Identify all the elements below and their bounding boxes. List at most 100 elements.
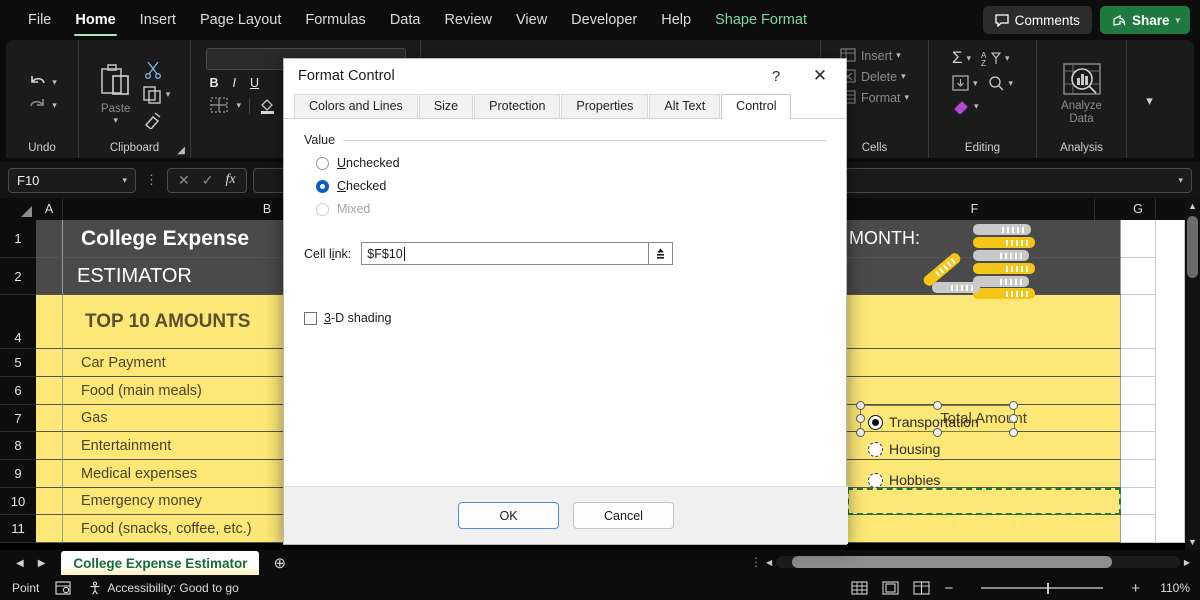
ok-button[interactable]: OK: [458, 502, 559, 529]
ribbon-collapse-chevron-down-icon[interactable]: ▾: [1146, 93, 1153, 109]
vertical-dots-icon[interactable]: ⋮: [750, 555, 762, 569]
resize-handle-ne[interactable]: [1009, 401, 1018, 410]
chevron-down-icon[interactable]: ▾: [122, 175, 127, 186]
chevron-down-icon[interactable]: ▾: [1005, 53, 1010, 64]
close-x-icon[interactable]: ✕: [798, 60, 842, 92]
resize-handle-n[interactable]: [933, 401, 942, 410]
cell-a10[interactable]: [36, 488, 63, 515]
zoom-in-icon[interactable]: +: [1131, 580, 1140, 597]
sort-filter-button[interactable]: A Z ▾: [981, 50, 1010, 67]
row-header-1[interactable]: 1: [0, 220, 36, 258]
column-header-f[interactable]: F: [855, 198, 1095, 220]
next-sheet-icon[interactable]: ▶: [38, 558, 46, 569]
underline-button[interactable]: U: [250, 76, 259, 90]
cell-a1[interactable]: [36, 220, 63, 258]
resize-handle-nw[interactable]: [856, 401, 865, 410]
vertical-scrollbar[interactable]: ▲ ▼: [1185, 198, 1200, 550]
enter-check-icon[interactable]: ✓: [202, 172, 214, 189]
fx-icon[interactable]: fx: [225, 172, 235, 188]
cell-g6[interactable]: [1121, 377, 1156, 405]
vertical-dots-icon[interactable]: ⋮: [142, 172, 161, 188]
resize-handle-e[interactable]: [1009, 414, 1018, 423]
radio-unchecked[interactable]: Unchecked: [316, 156, 826, 170]
ribbon-tab-developer[interactable]: Developer: [559, 0, 649, 40]
ribbon-tab-data[interactable]: Data: [378, 0, 433, 40]
option-button-hobbies[interactable]: Hobbies: [868, 472, 940, 488]
cancel-x-icon[interactable]: ✕: [178, 172, 190, 189]
column-header-a[interactable]: A: [36, 198, 63, 220]
cell-h-column[interactable]: [1156, 220, 1185, 543]
horizontal-scroll-track[interactable]: [776, 556, 1180, 568]
scroll-right-icon[interactable]: ▶: [1184, 558, 1190, 567]
insert-cells-button[interactable]: Insert ▾: [840, 48, 901, 63]
cell-a6[interactable]: [36, 377, 63, 405]
cell-a9[interactable]: [36, 460, 63, 488]
chevron-down-icon[interactable]: ▾: [896, 50, 901, 61]
dialog-tab-colors-and-lines[interactable]: Colors and Lines: [294, 94, 418, 118]
sheet-tab-college-expense-estimator[interactable]: College Expense Estimator: [61, 551, 259, 575]
row-header-7[interactable]: 7: [0, 405, 36, 432]
zoom-slider-knob[interactable]: [1047, 583, 1049, 594]
cancel-button[interactable]: Cancel: [573, 502, 674, 529]
cell-g11[interactable]: [1121, 515, 1156, 543]
cell-a4[interactable]: [36, 295, 63, 349]
ribbon-tab-help[interactable]: Help: [649, 0, 703, 40]
cell-a7[interactable]: [36, 405, 63, 432]
scroll-down-icon[interactable]: ▼: [1185, 534, 1200, 550]
cell-a8[interactable]: [36, 432, 63, 460]
ribbon-tab-formulas[interactable]: Formulas: [293, 0, 377, 40]
chevron-down-icon[interactable]: ▾: [974, 101, 979, 112]
cell-g5[interactable]: [1121, 349, 1156, 377]
cell-f6[interactable]: [847, 377, 1121, 405]
dialog-tab-protection[interactable]: Protection: [474, 94, 560, 118]
three-d-shading-row[interactable]: 3-D shading: [304, 311, 826, 325]
autosum-button[interactable]: Σ ▾: [952, 48, 971, 68]
range-picker-button[interactable]: [649, 242, 673, 265]
borders-icon[interactable]: [210, 97, 229, 114]
share-button[interactable]: Share ▾: [1100, 6, 1190, 34]
chevron-down-icon[interactable]: ▾: [966, 53, 971, 64]
dialog-tab-control[interactable]: Control: [721, 94, 791, 119]
chevron-down-icon[interactable]: ▾: [1009, 78, 1014, 89]
cell-g2[interactable]: [1121, 258, 1156, 295]
cell-link-input[interactable]: $F$10: [361, 242, 649, 265]
chevron-down-icon[interactable]: ▾: [52, 77, 57, 88]
undo-button[interactable]: ▾: [27, 73, 57, 92]
column-header-g[interactable]: G: [1121, 198, 1156, 220]
row-header-2[interactable]: 2: [0, 258, 36, 295]
cell-g9[interactable]: [1121, 460, 1156, 488]
ribbon-tab-file[interactable]: File: [16, 0, 63, 40]
find-select-button[interactable]: ▾: [988, 75, 1014, 91]
italic-button[interactable]: I: [233, 76, 236, 90]
resize-handle-w[interactable]: [856, 414, 865, 423]
ribbon-tab-page-layout[interactable]: Page Layout: [188, 0, 293, 40]
scissors-icon[interactable]: [143, 60, 163, 79]
cell-a11[interactable]: [36, 515, 63, 543]
resize-handle-sw[interactable]: [856, 428, 865, 437]
cell-f11[interactable]: [847, 515, 1121, 543]
dialog-tab-alt-text[interactable]: Alt Text: [649, 94, 720, 118]
analyze-data-button[interactable]: Analyze Data: [1061, 62, 1103, 126]
paste-button[interactable]: Paste ▾: [99, 63, 133, 126]
page-break-view-icon[interactable]: [913, 581, 930, 595]
delete-cells-button[interactable]: Delete ▾: [840, 69, 906, 84]
row-header-11[interactable]: 11: [0, 515, 36, 543]
scroll-up-icon[interactable]: ▲: [1185, 198, 1200, 214]
chevron-down-icon[interactable]: ▾: [1178, 175, 1183, 186]
resize-handle-se[interactable]: [1009, 428, 1018, 437]
zoom-out-icon[interactable]: −: [944, 580, 953, 597]
row-header-9[interactable]: 9: [0, 460, 36, 488]
dialog-tab-size[interactable]: Size: [419, 94, 473, 118]
cell-g8[interactable]: [1121, 432, 1156, 460]
fill-button[interactable]: ▾: [952, 75, 978, 91]
prev-sheet-icon[interactable]: ◀: [16, 558, 24, 569]
name-box[interactable]: F10 ▾: [8, 168, 136, 193]
ribbon-tab-view[interactable]: View: [504, 0, 559, 40]
comments-button[interactable]: Comments: [983, 6, 1092, 34]
cell-f5[interactable]: [847, 349, 1121, 377]
cell-a2[interactable]: [36, 258, 63, 295]
resize-handle-s[interactable]: [933, 428, 942, 437]
help-question-icon[interactable]: ?: [754, 60, 798, 92]
copy-button[interactable]: ▾: [143, 86, 171, 104]
format-cells-button[interactable]: Format ▾: [840, 90, 909, 105]
